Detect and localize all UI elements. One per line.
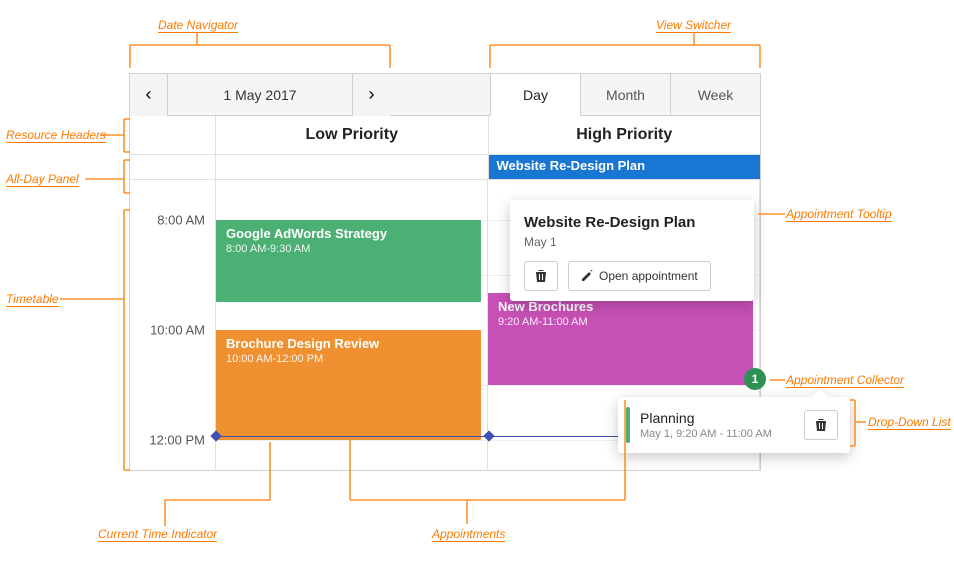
- view-tab-day[interactable]: Day: [490, 74, 580, 116]
- resource-headers: Low Priority High Priority: [130, 116, 760, 154]
- view-tab-month[interactable]: Month: [580, 74, 670, 115]
- date-navigator: ‹ 1 May 2017 ›: [130, 74, 390, 115]
- resource-header-high: High Priority: [489, 116, 761, 154]
- dropdown-caret-icon: [812, 389, 829, 406]
- all-day-panel: Website Re-Design Plan: [130, 154, 760, 180]
- dropdown-color-stripe: [626, 407, 630, 443]
- view-tab-week[interactable]: Week: [670, 74, 760, 115]
- annotation-appointment-collector: Appointment Collector: [786, 373, 904, 388]
- trash-icon: [815, 418, 827, 432]
- chevron-right-icon: ›: [369, 84, 375, 105]
- time-label-12: 12:00 PM: [149, 433, 205, 448]
- annotation-date-navigator: Date Navigator: [158, 18, 238, 33]
- time-label-8: 8:00 AM: [157, 213, 205, 228]
- annotation-current-time-indicator: Current Time Indicator: [98, 527, 217, 542]
- open-appointment-button[interactable]: Open appointment: [568, 261, 711, 291]
- time-gutter: 8:00 AM 10:00 AM 12:00 PM: [130, 180, 216, 470]
- annotation-timetable: Timetable: [6, 292, 59, 307]
- tooltip-buttons: Open appointment: [524, 261, 740, 291]
- toolbar-spacer: [390, 74, 490, 115]
- pencil-icon: [581, 270, 593, 282]
- next-button[interactable]: ›: [352, 74, 390, 116]
- appointment-time: 8:00 AM-9:30 AM: [226, 243, 471, 255]
- dropdown-item-time: May 1, 9:20 AM - 11:00 AM: [640, 428, 804, 440]
- dropdown-delete-button[interactable]: [804, 410, 838, 440]
- tooltip-title: Website Re-Design Plan: [524, 214, 740, 231]
- appointment-time: 10:00 AM-12:00 PM: [226, 353, 471, 365]
- appointment-collector[interactable]: 1: [744, 368, 766, 390]
- annotation-view-switcher: View Switcher: [656, 18, 731, 33]
- appointment-title: Google AdWords Strategy: [226, 226, 471, 241]
- grid-line: [216, 440, 487, 441]
- trash-icon: [535, 269, 547, 283]
- annotation-resource-headers: Resource Headers: [6, 128, 106, 143]
- appointment-title: New Brochures: [498, 299, 743, 314]
- time-label-10: 10:00 AM: [150, 323, 205, 338]
- appointment-brochure-design-review[interactable]: Brochure Design Review 10:00 AM-12:00 PM: [216, 330, 481, 440]
- all-day-col-high[interactable]: Website Re-Design Plan: [489, 155, 761, 179]
- all-day-gutter: [130, 155, 216, 179]
- current-date-label[interactable]: 1 May 2017: [168, 87, 352, 103]
- dropdown-item[interactable]: Planning May 1, 9:20 AM - 11:00 AM: [640, 410, 804, 440]
- annotation-appointment-tooltip: Appointment Tooltip: [786, 207, 892, 222]
- toolbar: ‹ 1 May 2017 › Day Month Week: [130, 74, 760, 116]
- appointment-website-redesign-allday[interactable]: Website Re-Design Plan: [489, 155, 761, 179]
- dropdown-item-title: Planning: [640, 410, 804, 426]
- delete-button[interactable]: [524, 261, 558, 291]
- collector-count: 1: [752, 372, 759, 386]
- tooltip-date: May 1: [524, 235, 740, 249]
- dropdown-list: Planning May 1, 9:20 AM - 11:00 AM: [618, 397, 850, 453]
- annotation-drop-down-list: Drop-Down List: [868, 415, 951, 430]
- appointment-google-adwords[interactable]: Google AdWords Strategy 8:00 AM-9:30 AM: [216, 220, 481, 302]
- all-day-col-low[interactable]: [216, 155, 489, 179]
- time-column-low[interactable]: Google AdWords Strategy 8:00 AM-9:30 AM …: [216, 180, 488, 470]
- open-appointment-label: Open appointment: [599, 269, 698, 283]
- annotation-appointments: Appointments: [432, 527, 505, 542]
- grid-line: [488, 385, 759, 386]
- appointment-time: 9:20 AM-11:00 AM: [498, 316, 743, 328]
- view-switcher: Day Month Week: [490, 74, 760, 115]
- resource-header-low: Low Priority: [216, 116, 489, 154]
- appointment-new-brochures[interactable]: New Brochures 9:20 AM-11:00 AM: [488, 293, 753, 385]
- prev-button[interactable]: ‹: [130, 74, 168, 116]
- chevron-left-icon: ‹: [146, 84, 152, 105]
- appointment-tooltip: Website Re-Design Plan May 1 Open appoin…: [510, 200, 754, 301]
- appointment-title: Brochure Design Review: [226, 336, 471, 351]
- resource-header-gutter: [130, 116, 216, 154]
- annotation-all-day-panel: All-Day Panel: [6, 172, 79, 187]
